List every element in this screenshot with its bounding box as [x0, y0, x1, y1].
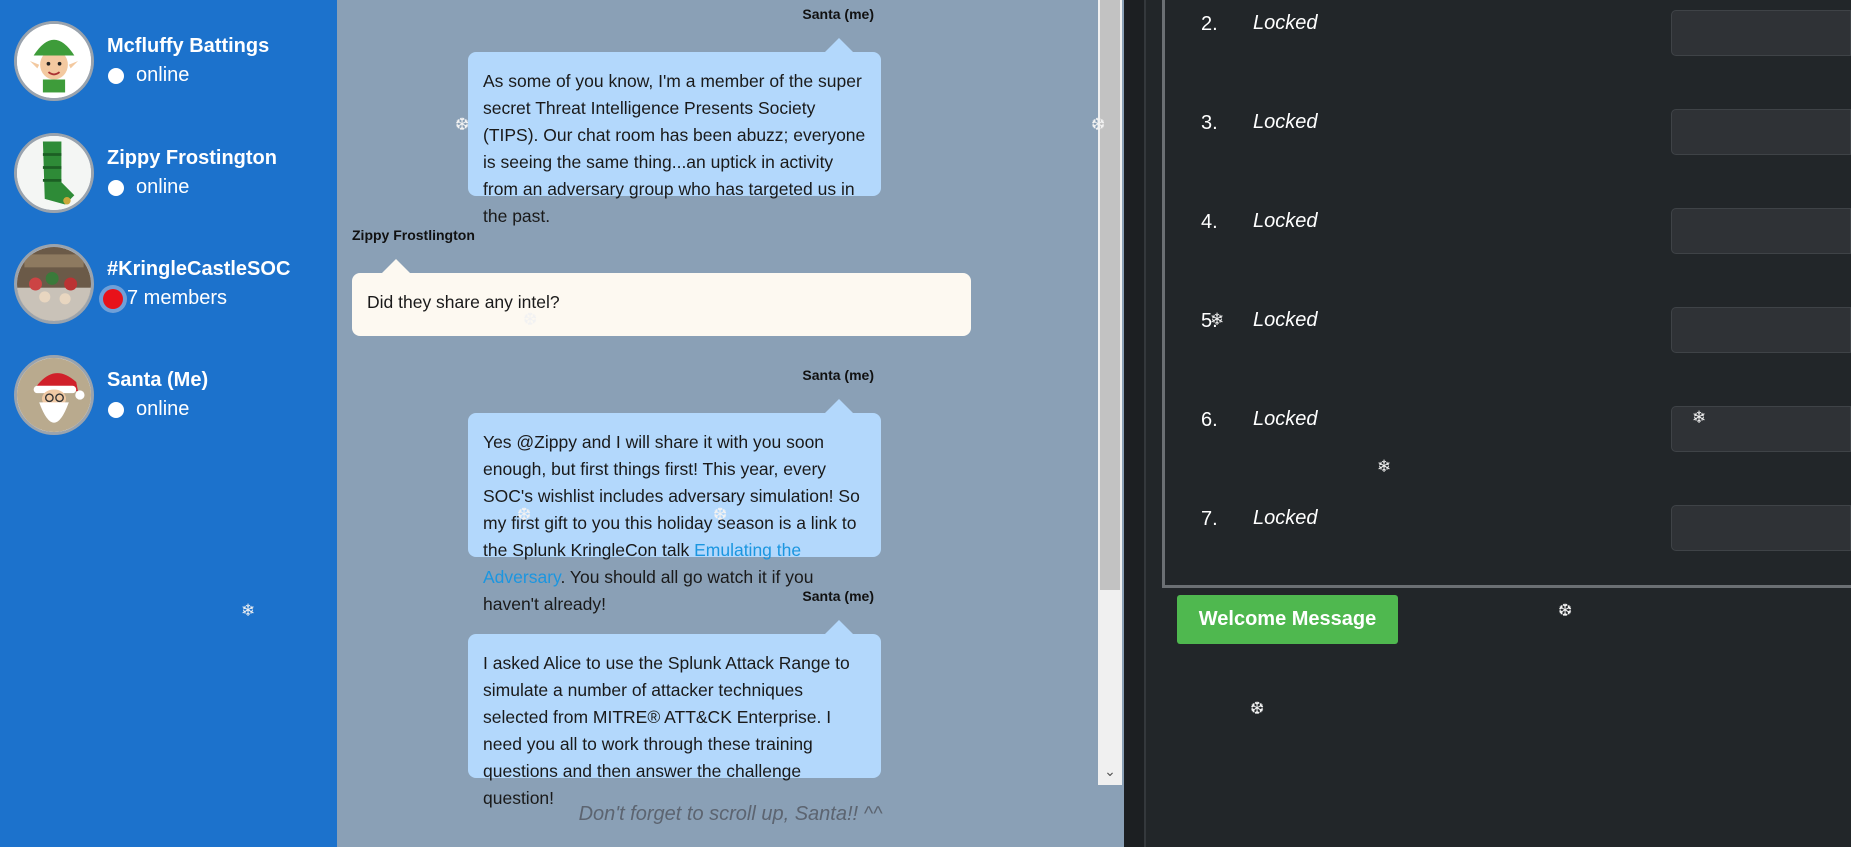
contact-santa-me[interactable]: Santa (Me) online: [14, 355, 324, 435]
scrollbar-thumb[interactable]: [1100, 0, 1120, 590]
answer-input-5[interactable]: [1671, 307, 1851, 353]
answer-input-6[interactable]: [1671, 406, 1851, 452]
contact-status: online: [107, 176, 189, 199]
answer-input-7[interactable]: [1671, 505, 1851, 551]
questions-box: 2. Locked 3. Locked 4. Locked 5. Locked 6. Lo…: [1162, 0, 1851, 588]
chevron-down-icon[interactable]: ⌄: [1098, 757, 1122, 785]
answer-input-2[interactable]: [1671, 10, 1851, 56]
contact-zippy-frostington[interactable]: Zippy Frostington online: [14, 133, 324, 213]
scroll-hint: Don't forget to scroll up, Santa!! ^^: [578, 803, 883, 825]
chat-scrollbar[interactable]: ⌄: [1098, 0, 1122, 785]
message-bubble: I asked Alice to use the Splunk Attack R…: [468, 620, 881, 808]
contact-status: 7 members: [103, 287, 227, 310]
question-locked-label: Locked: [1253, 12, 1318, 34]
message-sender: Santa (me): [802, 6, 874, 22]
answer-input-4[interactable]: [1671, 208, 1851, 254]
elf-avatar-icon: [14, 21, 94, 101]
contact-name: #KringleCastleSOC: [107, 258, 291, 280]
question-locked-label: Locked: [1253, 309, 1318, 331]
group-photo-avatar-icon: [14, 244, 94, 324]
message-sender: Santa (me): [802, 588, 874, 604]
question-locked-label: Locked: [1253, 111, 1318, 133]
contact-name: Mcfluffy Battings: [107, 35, 270, 57]
contact-status: online: [107, 398, 189, 421]
welcome-message-button[interactable]: Welcome Message: [1177, 595, 1398, 644]
message-bubble: Yes @Zippy and I will share it with you …: [468, 399, 881, 614]
online-dot-icon: [108, 401, 124, 418]
chat-area[interactable]: Santa (me) As some of you know, I'm a me…: [337, 0, 1124, 847]
message-bubble: As some of you know, I'm a member of the…: [468, 38, 881, 226]
question-locked-label: Locked: [1253, 210, 1318, 232]
contacts-sidebar: Mcfluffy Battings online Zippy Frostingt…: [0, 0, 337, 847]
message-sender: Zippy Frostlington: [352, 227, 475, 243]
online-dot-icon: [108, 179, 124, 196]
panel-divider: [1124, 0, 1146, 847]
santa-avatar-icon: [14, 355, 94, 435]
contact-name: Santa (Me): [107, 369, 209, 391]
answer-input-3[interactable]: [1671, 109, 1851, 155]
contact-mcfluffy-battings[interactable]: Mcfluffy Battings online: [14, 21, 324, 101]
question-locked-label: Locked: [1253, 408, 1318, 430]
contact-status: online: [107, 64, 189, 87]
online-dot-icon: [108, 67, 124, 84]
message-sender: Santa (me): [802, 367, 874, 383]
question-locked-label: Locked: [1253, 507, 1318, 529]
elf-boot-avatar-icon: [14, 133, 94, 213]
message-bubble: Did they share any intel?: [352, 259, 971, 336]
channel-kringlecastlesoc[interactable]: #KringleCastleSOC 7 members: [14, 244, 324, 324]
notification-dot-icon: [103, 288, 123, 309]
contact-name: Zippy Frostington: [107, 147, 277, 169]
